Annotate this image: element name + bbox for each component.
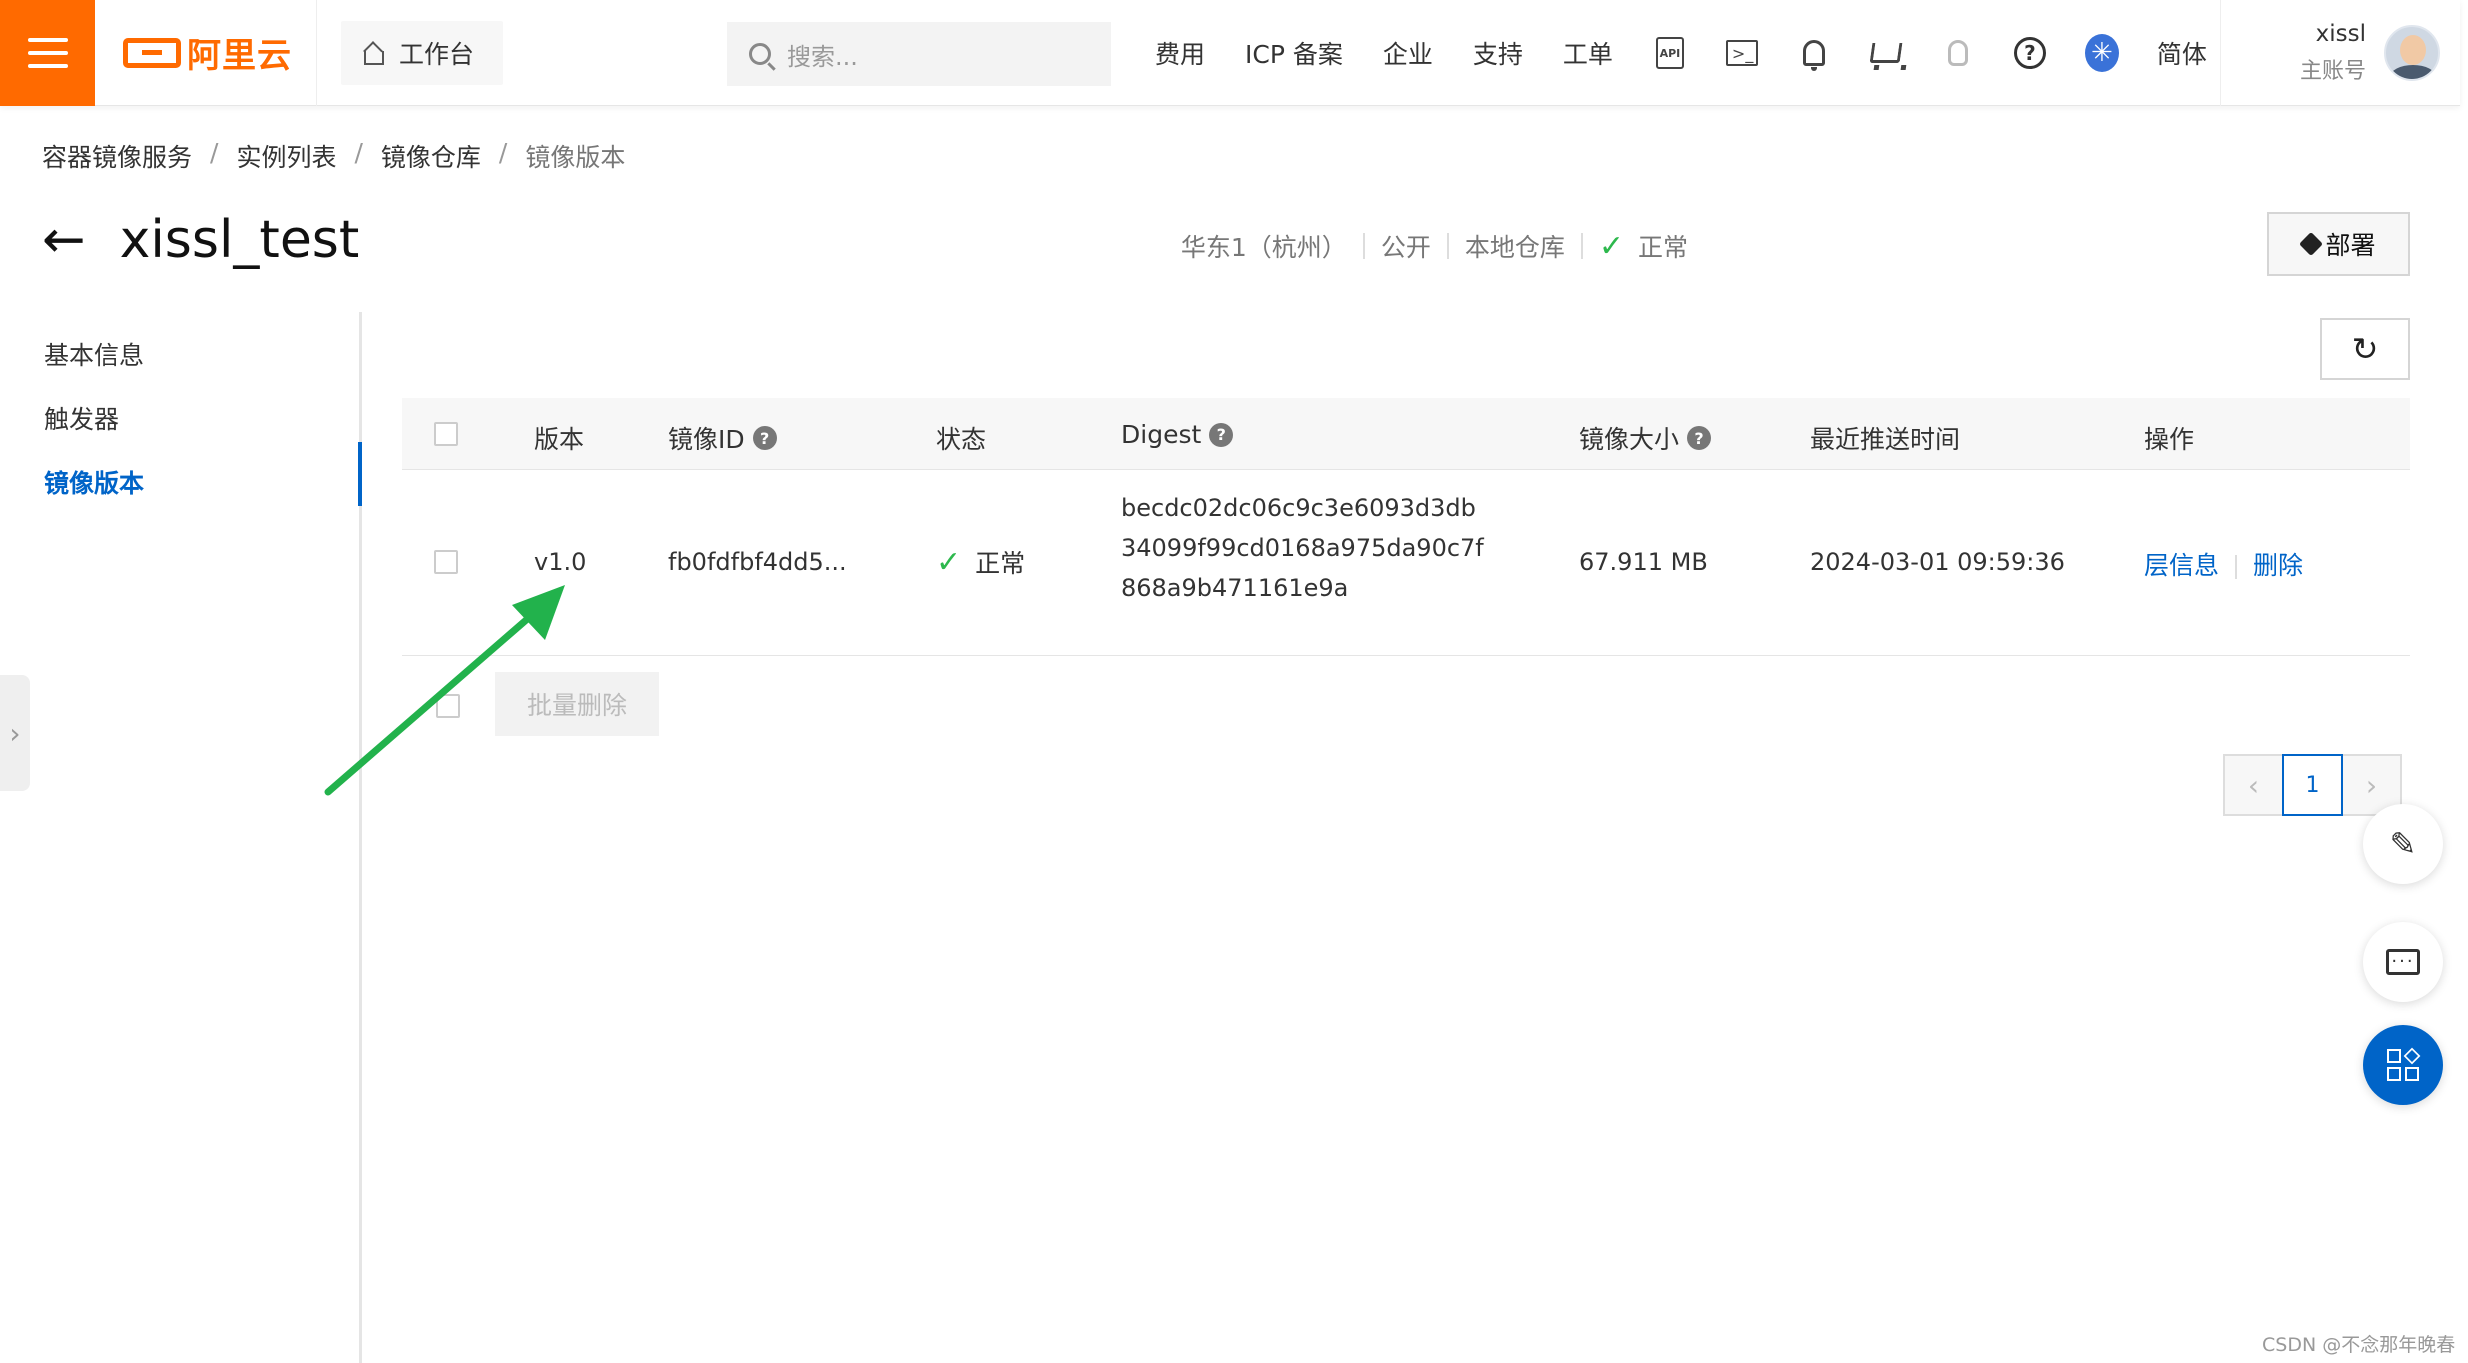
help-icon[interactable]: ? xyxy=(1209,422,1234,447)
col-digest: Digest? xyxy=(1121,420,1234,449)
pencil-icon: ✎ xyxy=(2389,825,2417,863)
chevron-right-icon: › xyxy=(9,716,21,750)
col-status: 状态 xyxy=(936,425,987,454)
status-cell: ✓ 正常 xyxy=(936,544,1026,580)
cart-icon[interactable] xyxy=(1869,36,1903,70)
bell-icon[interactable] xyxy=(1797,36,1831,71)
col-actions: 操作 xyxy=(2144,425,2195,454)
back-arrow-icon[interactable]: ← xyxy=(42,214,86,266)
image-id-cell: fb0fdfbf4dd5... xyxy=(668,548,847,576)
aliyun-logo-icon xyxy=(123,37,181,68)
breadcrumb-separator: / xyxy=(498,138,508,167)
nav-icp[interactable]: ICP 备案 xyxy=(1245,35,1343,71)
version-cell: v1.0 xyxy=(534,548,587,576)
breadcrumb-item[interactable]: 镜像仓库 xyxy=(381,138,481,174)
batch-select-checkbox[interactable] xyxy=(436,694,460,718)
repo-type-label: 本地仓库 xyxy=(1464,233,1565,262)
help-icon[interactable]: ? xyxy=(1687,426,1712,450)
image-version-table: 版本 镜像ID? 状态 Digest? 镜像大小? 最近推送时间 操作 v1.0… xyxy=(402,398,2410,656)
refresh-button[interactable]: ↻ xyxy=(2320,318,2410,380)
expand-sidebar-button[interactable]: › xyxy=(0,675,30,791)
col-image-id: 镜像ID? xyxy=(668,420,777,456)
col-version: 版本 xyxy=(534,425,585,454)
batch-delete-button[interactable]: 批量删除 xyxy=(495,672,659,736)
side-menu: 基本信息 触发器 镜像版本 xyxy=(0,312,362,1363)
nav-support[interactable]: 支持 xyxy=(1473,35,1523,71)
search-icon xyxy=(749,43,771,65)
breadcrumb: 容器镜像服务 / 实例列表 / 镜像仓库 / 镜像版本 xyxy=(42,138,625,174)
sidebar-item-triggers[interactable]: 触发器 xyxy=(44,400,119,436)
breadcrumb-separator: / xyxy=(210,138,219,167)
home-icon xyxy=(363,43,385,65)
row-checkbox[interactable] xyxy=(434,550,458,574)
chat-button[interactable]: ··· xyxy=(2363,922,2443,1002)
digest-cell: becdc02dc06c9c3e6093d3db 34099f99cd0168a… xyxy=(1121,494,1484,602)
nav-enterprise[interactable]: 企业 xyxy=(1383,35,1433,71)
page-title: xissl_test xyxy=(119,210,360,270)
help-icon[interactable]: ? xyxy=(752,426,777,450)
region-label: 华东1（杭州） xyxy=(1180,233,1347,262)
col-size: 镜像大小? xyxy=(1579,420,1712,456)
deploy-label: 部署 xyxy=(2325,231,2376,260)
language-switch[interactable]: 简体 xyxy=(2157,35,2207,71)
user-menu[interactable]: xissl 主账号 xyxy=(2220,0,2460,106)
size-cell: 67.911 MB xyxy=(1579,548,1708,576)
visibility-label: 公开 xyxy=(1380,233,1431,262)
search-placeholder: 搜索... xyxy=(787,42,858,71)
check-icon: ✓ xyxy=(1598,228,1624,264)
delete-link[interactable]: 删除 xyxy=(2253,551,2303,580)
repo-meta: 华东1（杭州） 公开 本地仓库 ✓ 正常 xyxy=(1181,228,1688,264)
aliyun-logo[interactable]: 阿里云 xyxy=(95,0,317,106)
breadcrumb-separator: / xyxy=(354,138,363,167)
user-role: 主账号 xyxy=(2299,59,2366,84)
select-all-checkbox[interactable] xyxy=(434,422,458,446)
layer-info-link[interactable]: 层信息 xyxy=(2144,551,2219,580)
table-header: 版本 镜像ID? 状态 Digest? 镜像大小? 最近推送时间 操作 xyxy=(402,398,2410,470)
cube-icon xyxy=(2299,231,2324,257)
table-row: v1.0 fb0fdfbf4dd5... ✓ 正常 becdc02dc06c9c… xyxy=(402,470,2410,656)
lightbulb-icon[interactable] xyxy=(1941,36,1975,70)
edit-feedback-button[interactable]: ✎ xyxy=(2363,804,2443,884)
breadcrumb-item[interactable]: 容器镜像服务 xyxy=(42,138,192,174)
top-nav-links: 费用 ICP 备案 企业 支持 工单 API >_ ? ✳ 简体 xyxy=(1155,0,2207,106)
repo-status: 正常 xyxy=(1637,233,1688,262)
apps-grid-icon xyxy=(2387,1047,2421,1081)
prev-page-button[interactable]: ‹ xyxy=(2223,754,2284,816)
breadcrumb-current: 镜像版本 xyxy=(525,143,626,172)
apps-button[interactable] xyxy=(2363,1025,2443,1105)
deploy-button[interactable]: 部署 xyxy=(2267,212,2410,276)
workbench-label: 工作台 xyxy=(399,39,475,69)
sidebar-item-basic-info[interactable]: 基本信息 xyxy=(44,336,144,372)
ai-assistant-icon[interactable]: ✳ xyxy=(2084,34,2119,72)
nav-fees[interactable]: 费用 xyxy=(1155,35,1205,71)
nav-tickets[interactable]: 工单 xyxy=(1563,35,1613,71)
pushed-at-cell: 2024-03-01 09:59:36 xyxy=(1810,548,2065,576)
annotation-arrow xyxy=(324,585,565,796)
refresh-icon: ↻ xyxy=(2351,330,2379,368)
help-icon[interactable]: ? xyxy=(2013,36,2047,70)
check-icon: ✓ xyxy=(936,544,962,580)
actions-cell: 层信息 删除 xyxy=(2144,546,2303,582)
chat-icon: ··· xyxy=(2386,949,2420,975)
breadcrumb-item[interactable]: 实例列表 xyxy=(236,138,336,174)
avatar[interactable] xyxy=(2384,25,2440,81)
user-name: xissl xyxy=(2315,21,2366,47)
watermark: CSDN @不念那年晚春 xyxy=(2262,1334,2456,1356)
brand-name: 阿里云 xyxy=(187,36,292,76)
page-1-button[interactable]: 1 xyxy=(2282,754,2343,816)
sidebar-item-image-versions[interactable]: 镜像版本 xyxy=(44,464,144,500)
pagination: ‹ 1 › xyxy=(2223,754,2402,816)
api-icon[interactable]: API xyxy=(1653,36,1687,70)
col-pushed-at: 最近推送时间 xyxy=(1810,425,1961,454)
active-indicator xyxy=(358,442,362,506)
hamburger-menu-button[interactable] xyxy=(0,0,95,106)
search-input[interactable]: 搜索... xyxy=(727,22,1111,86)
terminal-icon[interactable]: >_ xyxy=(1725,36,1759,70)
workbench-button[interactable]: 工作台 xyxy=(341,20,503,85)
